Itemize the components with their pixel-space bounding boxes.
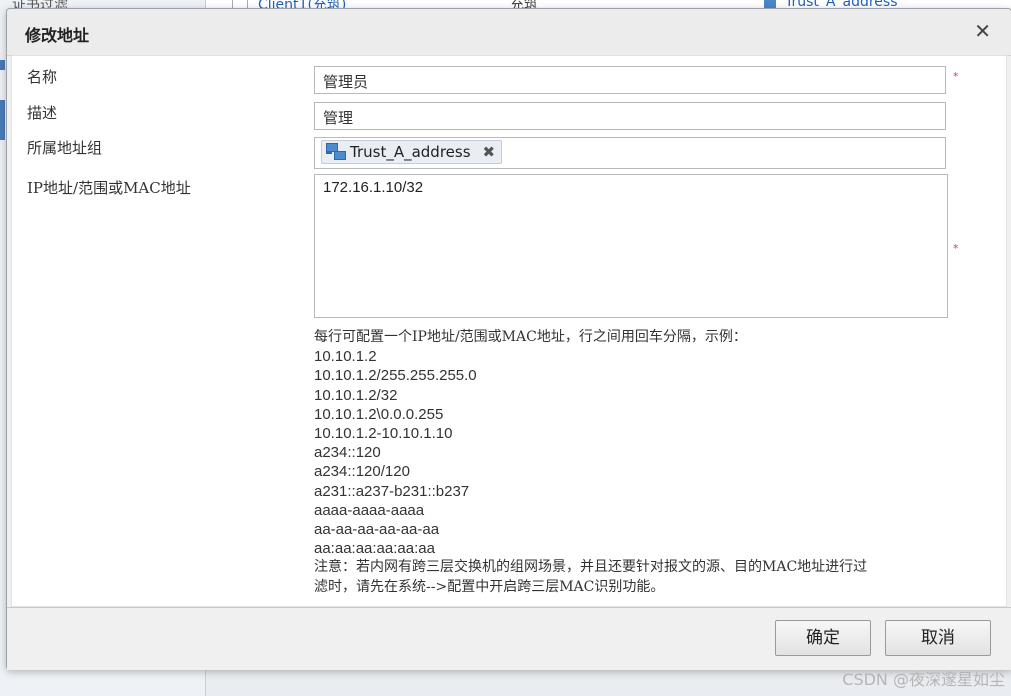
help-example: a234::120: [314, 444, 381, 462]
help-example: 10.10.1.2\0.0.0.255: [314, 405, 444, 423]
ok-button[interactable]: 确定: [775, 620, 871, 656]
help-example: 10.10.1.2: [314, 348, 377, 366]
ip-range-textarea[interactable]: 172.16.1.10/32: [314, 174, 948, 318]
cancel-button[interactable]: 取消: [885, 620, 991, 656]
dialog-title: 修改地址: [25, 26, 90, 45]
description-input[interactable]: 管理: [314, 102, 946, 130]
help-example: aaaa-aaaa-aaaa: [314, 501, 425, 519]
sidebar-edge-marker: [0, 60, 5, 70]
ip-range-label: IP地址/范围或MAC地址: [27, 179, 191, 197]
help-note-line1: 注意：若内网有跨三层交换机的组网场景，并且还要针对报文的源、目的MAC地址进行过: [314, 559, 868, 576]
address-group-input[interactable]: Trust_A_address ✖: [314, 137, 946, 169]
remove-tag-icon[interactable]: ✖: [483, 143, 496, 161]
edit-address-dialog: 修改地址 ✕ 名称 管理员 * 描述 管理 所属地址组 Trust_A_addr…: [6, 8, 1011, 670]
dialog-body: 名称 管理员 * 描述 管理 所属地址组 Trust_A_address ✖ I…: [11, 55, 1007, 607]
help-example: a231::a237-b231::b237: [314, 482, 470, 500]
description-label: 描述: [27, 104, 58, 122]
ip-range-value: 172.16.1.10/32: [323, 179, 424, 196]
dialog-footer: 确定 取消: [7, 607, 1011, 670]
dialog-header: 修改地址 ✕: [7, 9, 1011, 56]
watermark: CSDN @夜深邃星如尘: [842, 670, 1005, 689]
help-example: 10.10.1.2/32: [314, 386, 398, 404]
help-example: 10.10.1.2-10.10.1.10: [314, 425, 453, 443]
address-group-tag: Trust_A_address ✖: [321, 140, 503, 164]
close-icon[interactable]: ✕: [974, 19, 991, 43]
help-example: aa-aa-aa-aa-aa-aa: [314, 521, 440, 539]
help-example: 10.10.1.2/255.255.255.0: [314, 367, 477, 385]
help-note-line2: 滤时，请先在系统-->配置中开启跨三层MAC识别功能。: [314, 578, 665, 595]
help-example: a234::120/120: [314, 463, 410, 481]
network-icon: [764, 0, 776, 8]
help-intro: 每行可配置一个IP地址/范围或MAC地址，行之间用回车分隔，示例：: [314, 329, 747, 345]
name-input-value: 管理员: [323, 73, 369, 91]
help-text: 每行可配置一个IP地址/范围或MAC地址，行之间用回车分隔，示例： 10.10.…: [314, 328, 867, 597]
help-example: aa:aa:aa:aa:aa:aa: [314, 540, 435, 558]
address-group-tag-label: Trust_A_address: [350, 143, 471, 161]
name-label: 名称: [27, 68, 58, 86]
description-input-value: 管理: [323, 109, 354, 127]
required-marker: *: [953, 70, 959, 83]
name-input[interactable]: 管理员: [314, 66, 946, 94]
sidebar-edge-marker: [0, 100, 5, 140]
address-group-label: 所属地址组: [27, 139, 103, 157]
required-marker: *: [953, 242, 959, 255]
network-group-icon: [326, 143, 346, 161]
